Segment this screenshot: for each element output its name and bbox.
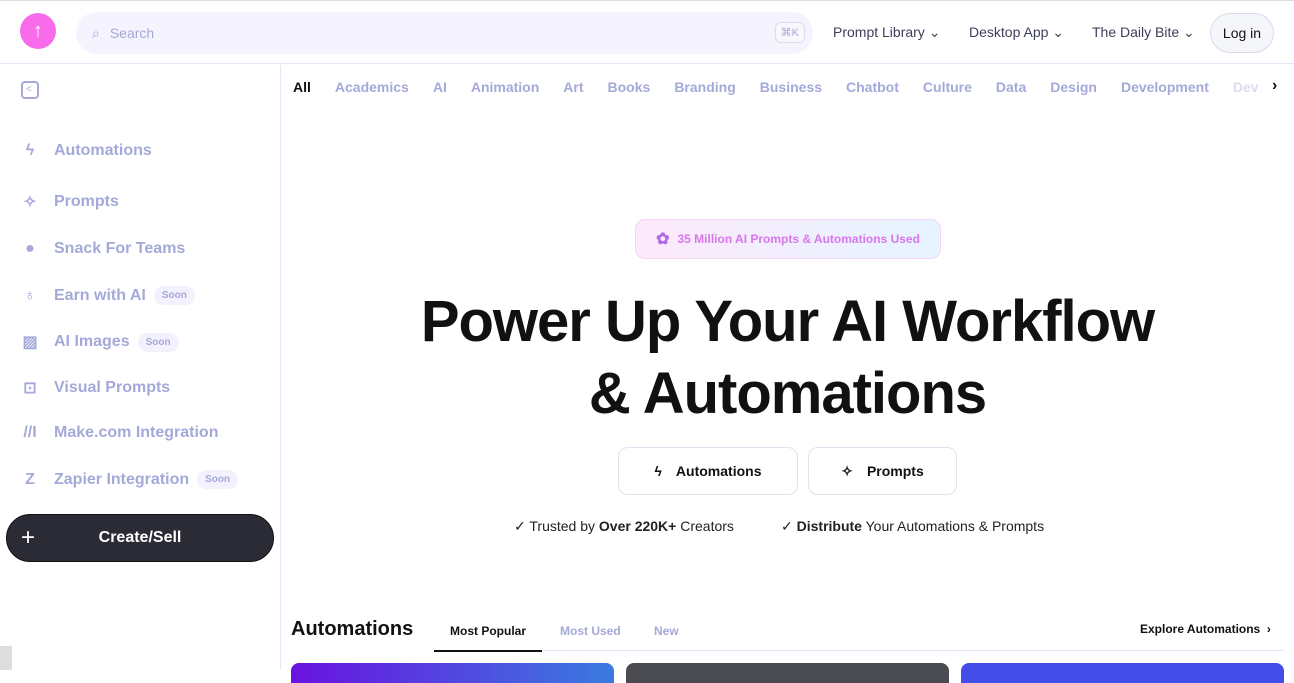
chevron-down-icon: ⌄ <box>1183 24 1195 40</box>
money-bag-icon: ♁ <box>24 286 36 304</box>
nav-prompt-library[interactable]: Prompt Library ⌄ <box>833 24 940 41</box>
check-icon: ✓ <box>514 518 526 534</box>
automation-card[interactable] <box>961 663 1284 683</box>
category-tabs: All Academics AI Animation Art Books Bra… <box>293 79 1278 95</box>
image-icon: ▨ <box>22 334 38 351</box>
automations-button[interactable]: ϟ Automations <box>618 447 798 495</box>
category-branding[interactable]: Branding <box>674 79 735 95</box>
category-development[interactable]: Development <box>1121 79 1209 95</box>
category-art[interactable]: Art <box>563 79 583 95</box>
category-business[interactable]: Business <box>760 79 822 95</box>
category-books[interactable]: Books <box>608 79 651 95</box>
chevron-right-icon: › <box>1266 622 1271 636</box>
chevron-right-icon[interactable]: › <box>1272 77 1277 95</box>
sidebar-item-zapier-integration[interactable]: Z Zapier Integration Soon <box>20 470 239 489</box>
visual-prompt-icon: ⊡ <box>23 380 37 397</box>
prompts-button[interactable]: ✧ Prompts <box>808 447 957 495</box>
trust-text: ✓ Trusted by Over 220K+ Creators <box>514 518 734 534</box>
sparkle-icon: ✧ <box>841 462 853 479</box>
category-academics[interactable]: Academics <box>335 79 409 95</box>
bolt-icon: ϟ <box>654 463 662 479</box>
logo-icon[interactable]: ↑ <box>20 13 56 49</box>
login-button[interactable]: Log in <box>1210 13 1274 53</box>
sparkle-icon: ✧ <box>23 194 37 211</box>
sidebar-item-make-integration[interactable]: //I Make.com Integration <box>20 424 218 442</box>
chevron-down-icon: ⌄ <box>1052 24 1065 40</box>
sidebar-item-automations[interactable]: ϟ Automations <box>20 142 152 160</box>
sidebar-item-earn-with-ai[interactable]: ♁ Earn with AI Soon <box>20 286 195 305</box>
sidebar-item-prompts[interactable]: ✧ Prompts <box>20 192 119 212</box>
sidebar: < ϟ Automations ✧ Prompts ● Snack For Teams… <box>0 65 281 670</box>
category-chatbot[interactable]: Chatbot <box>846 79 899 95</box>
category-ai[interactable]: AI <box>433 79 447 95</box>
make-logo-icon: //I <box>23 424 37 441</box>
category-culture[interactable]: Culture <box>923 79 972 95</box>
hero-title: Power Up Your AI Workflow & Automations <box>420 289 1155 426</box>
tab-most-popular[interactable]: Most Popular <box>434 624 543 652</box>
category-data[interactable]: Data <box>996 79 1026 95</box>
soon-badge: Soon <box>153 286 195 305</box>
search-placeholder: Search <box>109 25 155 41</box>
tab-new[interactable]: New <box>654 624 679 638</box>
soon-badge: Soon <box>197 470 239 489</box>
nav-desktop-app[interactable]: Desktop App ⌄ <box>969 24 1064 41</box>
automation-card[interactable] <box>626 663 949 683</box>
check-icon: ✓ <box>781 518 793 534</box>
create-sell-button[interactable]: + Create/Sell <box>6 514 274 562</box>
soon-badge: Soon <box>137 332 179 352</box>
category-all[interactable]: All <box>293 79 311 95</box>
zapier-logo-icon: Z <box>25 470 35 488</box>
bolt-icon: ϟ <box>25 142 35 159</box>
explore-automations-link[interactable]: Explore Automations › <box>1140 622 1271 636</box>
snack-logo-icon: ● <box>25 240 35 257</box>
category-design[interactable]: Design <box>1050 79 1097 95</box>
usage-badge: ✿ 35 Million AI Prompts & Automations Use… <box>635 219 941 259</box>
sidebar-item-snack-for-teams[interactable]: ● Snack For Teams <box>20 240 185 258</box>
scrollbar[interactable] <box>0 646 12 670</box>
search-icon: ⌕ <box>92 24 100 41</box>
category-animation[interactable]: Animation <box>471 79 539 95</box>
chevron-down-icon: ⌄ <box>928 24 941 40</box>
award-icon: ✿ <box>656 231 670 248</box>
nav-daily-bite[interactable]: The Daily Bite ⌄ <box>1092 24 1195 41</box>
sidebar-item-ai-images[interactable]: ▨ AI Images Soon <box>20 332 179 352</box>
tab-most-used[interactable]: Most Used <box>560 624 621 638</box>
search-shortcut: ⌘K <box>774 22 805 43</box>
distribute-text: ✓ Distribute Your Automations & Prompts <box>781 518 1045 534</box>
search-input[interactable]: ⌕ Search ⌘K <box>76 12 813 54</box>
sidebar-collapse-icon[interactable]: < <box>21 81 39 99</box>
sidebar-item-visual-prompts[interactable]: ⊡ Visual Prompts <box>20 378 170 398</box>
plus-icon: + <box>21 524 36 551</box>
automations-section-title: Automations <box>291 618 414 640</box>
category-dev[interactable]: Dev <box>1233 79 1259 95</box>
automation-card[interactable] <box>291 663 614 683</box>
top-bar: ↑ ⌕ Search ⌘K Prompt Library ⌄ Desktop A… <box>0 1 1294 64</box>
